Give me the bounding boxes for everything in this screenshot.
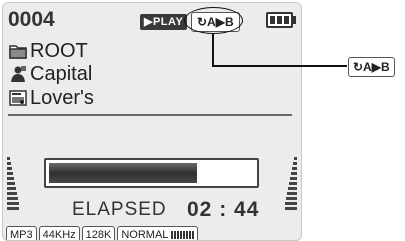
- callout-leader-line: [212, 33, 347, 67]
- repeat-ab-callout: ↻A▶B: [348, 57, 395, 77]
